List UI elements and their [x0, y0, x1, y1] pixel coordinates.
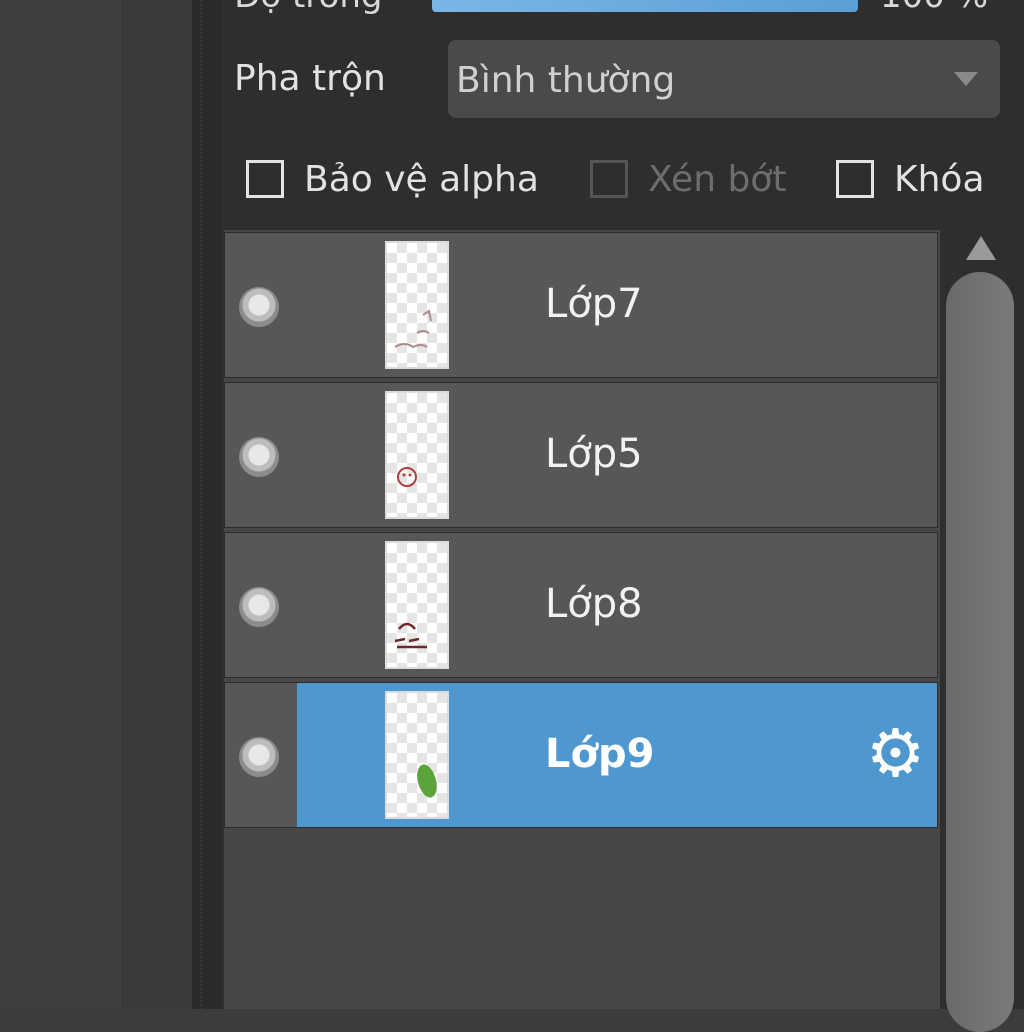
layer-row[interactable]: Lớp5 [224, 382, 938, 528]
checkbox-box [590, 160, 628, 198]
opacity-slider[interactable] [432, 0, 858, 12]
scrollbar-thumb[interactable] [946, 272, 1014, 1032]
blend-mode-select[interactable]: Bình thường [448, 40, 1000, 118]
opacity-value: 100 % [880, 0, 988, 16]
canvas-area [0, 0, 122, 1009]
thumbnail-drawing [397, 467, 417, 487]
blend-mode-label: Pha trộn [234, 58, 386, 99]
layer-row-selected[interactable]: Lớp9 ⚙ [224, 682, 938, 828]
blend-mode-value: Bình thường [456, 60, 676, 101]
protect-alpha-checkbox[interactable]: Bảo vệ alpha [246, 156, 539, 202]
toolbar-strip [122, 0, 193, 1009]
thumbnail-drawing [417, 764, 437, 798]
layer-name: Lớp9 [545, 731, 655, 777]
clipping-checkbox: Xén bớt [590, 156, 786, 202]
layer-row[interactable]: Lớp8 [224, 532, 938, 678]
gear-icon[interactable]: ⚙ [866, 721, 925, 787]
chevron-down-icon [954, 72, 978, 86]
layer-row[interactable]: Lớp7 [224, 232, 938, 378]
protect-alpha-label: Bảo vệ alpha [304, 158, 539, 200]
clipping-label: Xén bớt [648, 158, 787, 200]
thumbnail-drawing [394, 309, 432, 349]
lock-checkbox[interactable]: Khóa [836, 156, 985, 202]
layer-name: Lớp5 [545, 431, 643, 477]
opacity-label: Độ trong [234, 0, 382, 16]
checkbox-box[interactable] [836, 160, 874, 198]
layer-name: Lớp8 [545, 581, 643, 627]
visibility-dot-icon[interactable] [239, 287, 279, 327]
layer-thumbnail [385, 241, 449, 369]
lock-label: Khóa [894, 158, 985, 200]
layer-thumbnail [385, 541, 449, 669]
visibility-dot-icon[interactable] [239, 737, 279, 777]
panel-resize-handle[interactable] [192, 0, 222, 1009]
layer-name: Lớp7 [545, 281, 643, 327]
layer-thumbnail [385, 691, 449, 819]
checkbox-box[interactable] [246, 160, 284, 198]
layer-list: Lớp7 Lớp5 Lớp8 Lớp9 ⚙ [224, 230, 940, 1009]
thumbnail-drawing [394, 622, 427, 649]
scroll-up-arrow-icon[interactable] [966, 236, 996, 260]
layer-thumbnail [385, 391, 449, 519]
visibility-dot-icon[interactable] [239, 437, 279, 477]
visibility-dot-icon[interactable] [239, 587, 279, 627]
